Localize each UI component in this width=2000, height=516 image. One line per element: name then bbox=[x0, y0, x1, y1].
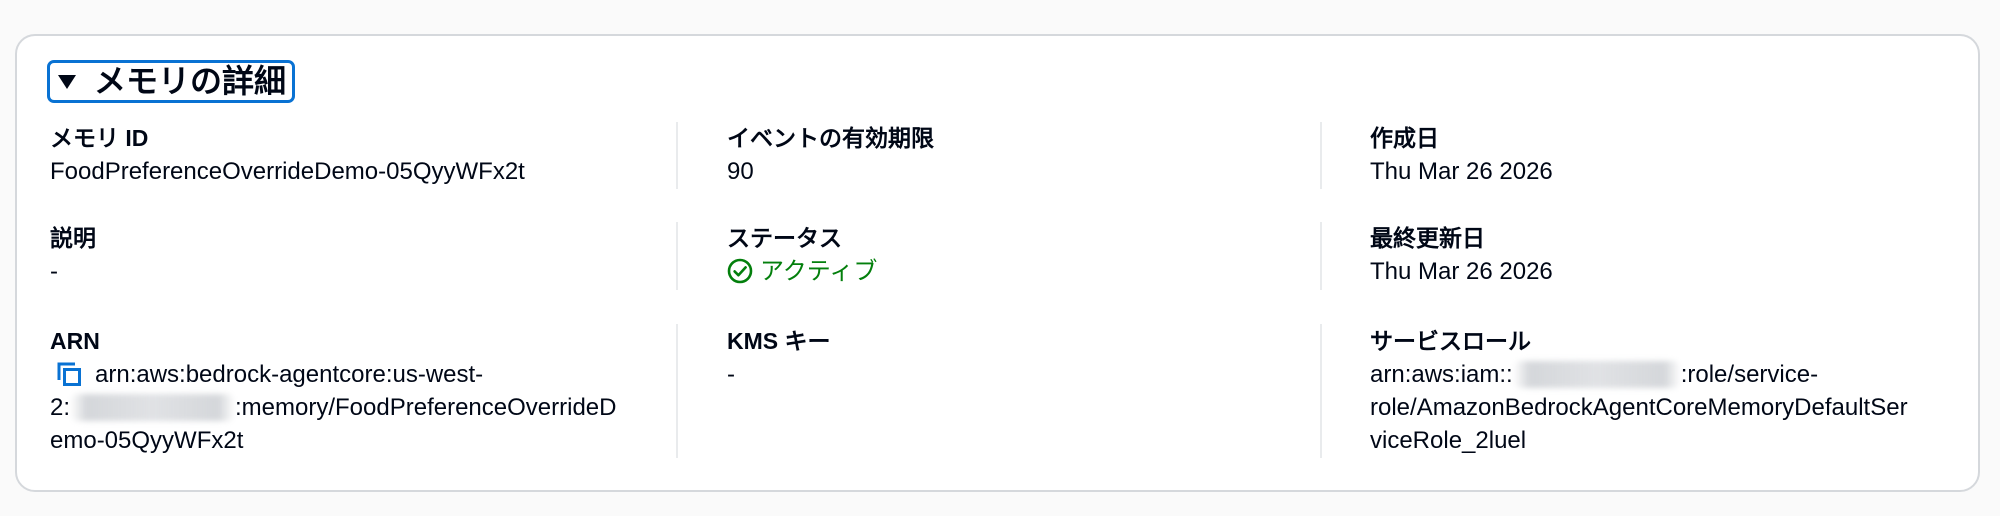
memory-id-label: メモリ ID bbox=[50, 125, 149, 151]
field-status: ステータス アクティブ bbox=[727, 222, 1267, 288]
column-divider bbox=[1320, 222, 1322, 290]
field-arn: ARN arn:aws:bedrock-agentcore:us-west-2:… bbox=[50, 325, 620, 457]
column-divider bbox=[1320, 324, 1322, 458]
field-memory-id: メモリ ID FoodPreferenceOverrideDemo-05QyyW… bbox=[50, 122, 620, 188]
kms-key-value: - bbox=[727, 361, 735, 388]
status-text: アクティブ bbox=[760, 258, 878, 285]
created-date-value: Thu Mar 26 2026 bbox=[1370, 158, 1553, 185]
redacted-account-id bbox=[70, 394, 236, 421]
field-created-date: 作成日 Thu Mar 26 2026 bbox=[1370, 122, 1915, 188]
status-positive-icon bbox=[727, 258, 753, 284]
arn-value: arn:aws:bedrock-agentcore:us-west-2::mem… bbox=[50, 358, 620, 457]
field-service-role: サービスロール arn:aws:iam:::role/service-role/… bbox=[1370, 325, 1915, 457]
caret-down-icon bbox=[57, 74, 77, 90]
column-divider bbox=[676, 222, 678, 290]
memory-id-value: FoodPreferenceOverrideDemo-05QyyWFx2t bbox=[50, 158, 525, 185]
field-last-updated: 最終更新日 Thu Mar 26 2026 bbox=[1370, 222, 1915, 288]
last-updated-value: Thu Mar 26 2026 bbox=[1370, 258, 1553, 285]
memory-details-container: メモリの詳細 メモリ ID FoodPreferenceOverrideDemo… bbox=[15, 34, 1980, 492]
column-divider bbox=[676, 122, 678, 189]
field-description: 説明 - bbox=[50, 222, 620, 288]
description-label: 説明 bbox=[50, 225, 96, 251]
status-label: ステータス bbox=[727, 225, 842, 251]
column-divider bbox=[676, 324, 678, 458]
last-updated-label: 最終更新日 bbox=[1370, 225, 1485, 251]
section-title: メモリの詳細 bbox=[94, 63, 287, 99]
arn-label: ARN bbox=[50, 328, 100, 354]
field-kms-key: KMS キー - bbox=[727, 325, 1267, 391]
description-value: - bbox=[50, 258, 58, 285]
column-divider bbox=[1320, 122, 1322, 189]
service-role-label: サービスロール bbox=[1370, 328, 1531, 354]
service-role-value: arn:aws:iam:::role/service-role/AmazonBe… bbox=[1370, 358, 1915, 457]
service-role-value-prefix: arn:aws:iam:: bbox=[1370, 361, 1513, 388]
created-date-label: 作成日 bbox=[1370, 125, 1439, 151]
redacted-account-id bbox=[1512, 361, 1681, 388]
copy-icon[interactable] bbox=[55, 360, 83, 388]
status-value: アクティブ bbox=[727, 255, 1267, 288]
memory-details-toggle[interactable]: メモリの詳細 bbox=[47, 60, 295, 103]
kms-key-label: KMS キー bbox=[727, 328, 831, 354]
event-expiry-value: 90 bbox=[727, 158, 754, 185]
field-event-expiry: イベントの有効期限 90 bbox=[727, 122, 1267, 188]
event-expiry-label: イベントの有効期限 bbox=[727, 125, 934, 151]
